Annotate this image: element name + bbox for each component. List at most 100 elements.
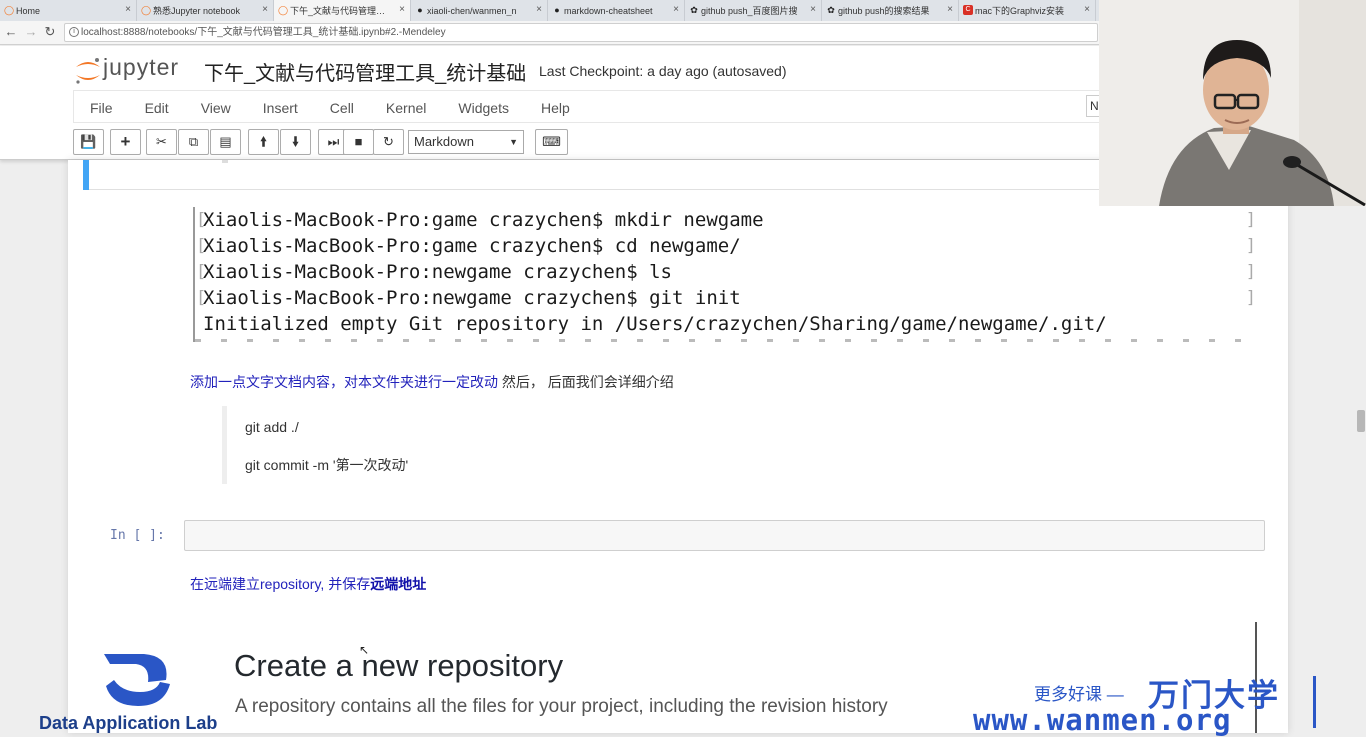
tab-label: Home	[16, 5, 41, 16]
line-bracket: ]	[1245, 236, 1256, 256]
baidu-icon: ✿	[827, 5, 835, 15]
cell-type-value: Markdown	[414, 134, 474, 149]
data-application-lab-logo-icon	[104, 654, 170, 706]
terminal-line: Xiaolis-MacBook-Pro:newgame crazychen$ g…	[203, 287, 741, 309]
menu-item-view[interactable]: View	[185, 91, 247, 122]
restart-icon[interactable]: ↻	[373, 129, 404, 155]
brand-bar	[1313, 676, 1316, 728]
tab-label: 下午_文献与代码管理工具	[290, 6, 392, 16]
browser-tab[interactable]: ◯ Home ×	[0, 0, 137, 21]
more-courses-text: 更多好课 —	[1034, 685, 1124, 704]
tab-label: markdown-cheatsheet	[564, 5, 653, 16]
stop-icon[interactable]: ■	[343, 129, 374, 155]
move-up-icon[interactable]: 🠙	[248, 129, 279, 155]
git-commands-blockquote: git add ./ git commit -m '第一次改动'	[222, 406, 522, 484]
github-icon: ●	[417, 5, 423, 15]
quote-line: git commit -m '第一次改动'	[245, 457, 409, 473]
menu-bar: File Edit View Insert Cell Kernel Widgets Help N	[73, 90, 1100, 123]
line-bracket: ]	[1245, 262, 1256, 282]
notebook-title[interactable]: 下午_文献与代码管理工具_统计基础	[204, 57, 526, 86]
cell-remnant	[222, 160, 228, 163]
menu-item-insert[interactable]: Insert	[247, 91, 314, 122]
close-icon[interactable]: ×	[1084, 4, 1090, 15]
menu-item-file[interactable]: File	[74, 91, 129, 122]
chevron-down-icon: ▼	[509, 137, 518, 147]
github-screenshot-title: Create a new repository	[234, 648, 564, 683]
tab-label: mac下的Graphviz安装	[975, 6, 1065, 16]
markdown-cell-remote[interactable]: 在远端建立repository, 并保存远端地址	[190, 574, 426, 594]
quote-line: git add ./	[245, 419, 299, 435]
close-icon[interactable]: ×	[947, 4, 953, 15]
remote-bold-text: 远端地址	[370, 576, 427, 592]
info-icon[interactable]: i	[69, 27, 79, 37]
tab-label: github push_百度图片搜	[701, 6, 798, 16]
close-icon[interactable]: ×	[399, 4, 405, 15]
cell-type-select[interactable]: Markdown ▼	[408, 130, 524, 154]
browser-tab[interactable]: ✿ github push_百度图片搜 ×	[685, 0, 822, 21]
keyboard-icon[interactable]: ⌨	[535, 129, 568, 155]
browser-tab[interactable]: ◯ 下午_文献与代码管理工具 ×	[274, 0, 411, 21]
jupyter-icon: ◯	[141, 5, 152, 15]
browser-tab[interactable]: ◯ 熟悉Jupyter notebook ×	[137, 0, 274, 21]
jupyter-logo-text[interactable]: jupyter	[103, 54, 179, 81]
line-bracket: ]	[1245, 288, 1256, 308]
terminal-line: Xiaolis-MacBook-Pro:game crazychen$ mkdi…	[203, 209, 764, 231]
checkpoint-status: Last Checkpoint: a day ago (autosaved)	[539, 63, 787, 79]
copy-icon[interactable]: ⧉	[178, 129, 209, 155]
jupyter-icon: ◯	[278, 5, 289, 15]
markdown-cell-text[interactable]: 添加一点文字文档内容，对本文件夹进行一定改动 然后， 后面我们会详细介绍	[190, 372, 674, 392]
input-prompt: In [ ]:	[110, 528, 165, 543]
terminal-screenshot: Xiaolis-MacBook-Pro:game crazychen$ mkdi…	[193, 207, 1260, 342]
close-icon[interactable]: ×	[125, 4, 131, 15]
browser-tab[interactable]: ● markdown-cheatsheet ×	[548, 0, 685, 21]
menu-item-widgets[interactable]: Widgets	[442, 91, 525, 122]
insert-cell-icon[interactable]: +	[110, 129, 141, 155]
back-icon[interactable]: ←	[4, 24, 18, 40]
url-text: localhost:8888/notebooks/下午_文献与代码管理工具_统计…	[81, 27, 446, 38]
menu-item-edit[interactable]: Edit	[129, 91, 185, 122]
browser-tab[interactable]: ● xiaoli-chen/wanmen_n ×	[411, 0, 548, 21]
close-icon[interactable]: ×	[673, 4, 679, 15]
line-bracket: [	[196, 236, 207, 256]
selected-cell-indicator	[83, 160, 89, 190]
save-icon[interactable]: 💾	[73, 129, 104, 155]
menu-item-cell[interactable]: Cell	[314, 91, 370, 122]
jupyter-header: jupyter 下午_文献与代码管理工具_统计基础 Last Checkpoin…	[0, 46, 1100, 160]
close-icon[interactable]: ×	[262, 4, 268, 15]
presenter-video-icon	[1099, 0, 1366, 206]
close-icon[interactable]: ×	[810, 4, 816, 15]
menu-item-help[interactable]: Help	[525, 91, 586, 122]
highlighted-text: 添加一点文字文档内容，对本文件夹进行一定改动	[190, 374, 498, 390]
remote-text: 在远端建立repository, 并保存	[190, 576, 371, 592]
address-bar: ← → ↻ i localhost:8888/notebooks/下午_文献与代…	[0, 21, 1100, 45]
code-cell-input[interactable]	[184, 520, 1265, 551]
menu-item-kernel[interactable]: Kernel	[370, 91, 442, 122]
line-bracket: [	[196, 210, 207, 230]
terminal-line: Xiaolis-MacBook-Pro:newgame crazychen$ l…	[203, 261, 672, 283]
forward-icon[interactable]: →	[24, 24, 38, 40]
close-icon[interactable]: ×	[536, 4, 542, 15]
github-icon: ●	[554, 5, 560, 15]
scrollbar-thumb[interactable]	[1357, 410, 1365, 432]
line-bracket: [	[196, 262, 207, 282]
reload-icon[interactable]: ↻	[43, 24, 57, 40]
browser-tab-strip: ◯ Home × ◯ 熟悉Jupyter notebook × ◯ 下午_文献与代码管理工具 ×…	[0, 0, 1100, 21]
line-bracket: [	[196, 288, 207, 308]
url-field[interactable]: i localhost:8888/notebooks/下午_文献与代码管理工具_…	[64, 23, 1098, 42]
move-down-icon[interactable]: 🠛	[280, 129, 311, 155]
plain-text: 然后， 后面我们会详细介绍	[498, 374, 674, 390]
browser-tab[interactable]: Cmac下的Graphviz安装 ×	[959, 0, 1096, 21]
terminal-line: Initialized empty Git repository in /Use…	[203, 313, 1107, 335]
lab-name: Data Application Lab	[39, 713, 218, 733]
jupyter-logo-icon[interactable]	[73, 56, 103, 86]
baidu-icon: ✿	[690, 5, 698, 15]
paste-icon[interactable]: ▤	[210, 129, 241, 155]
brand-url: www.wanmen.org	[973, 703, 1232, 737]
kernel-indicator[interactable]: N	[1086, 95, 1100, 117]
jupyter-icon: ◯	[4, 5, 15, 15]
browser-tab[interactable]: ✿ github push的搜索结果 ×	[822, 0, 959, 21]
github-screenshot-subtitle: A repository contains all the files for …	[235, 696, 888, 717]
cropped-line	[195, 339, 1260, 342]
tab-label: 熟悉Jupyter notebook	[153, 6, 241, 16]
cut-icon[interactable]: ✂	[146, 129, 177, 155]
